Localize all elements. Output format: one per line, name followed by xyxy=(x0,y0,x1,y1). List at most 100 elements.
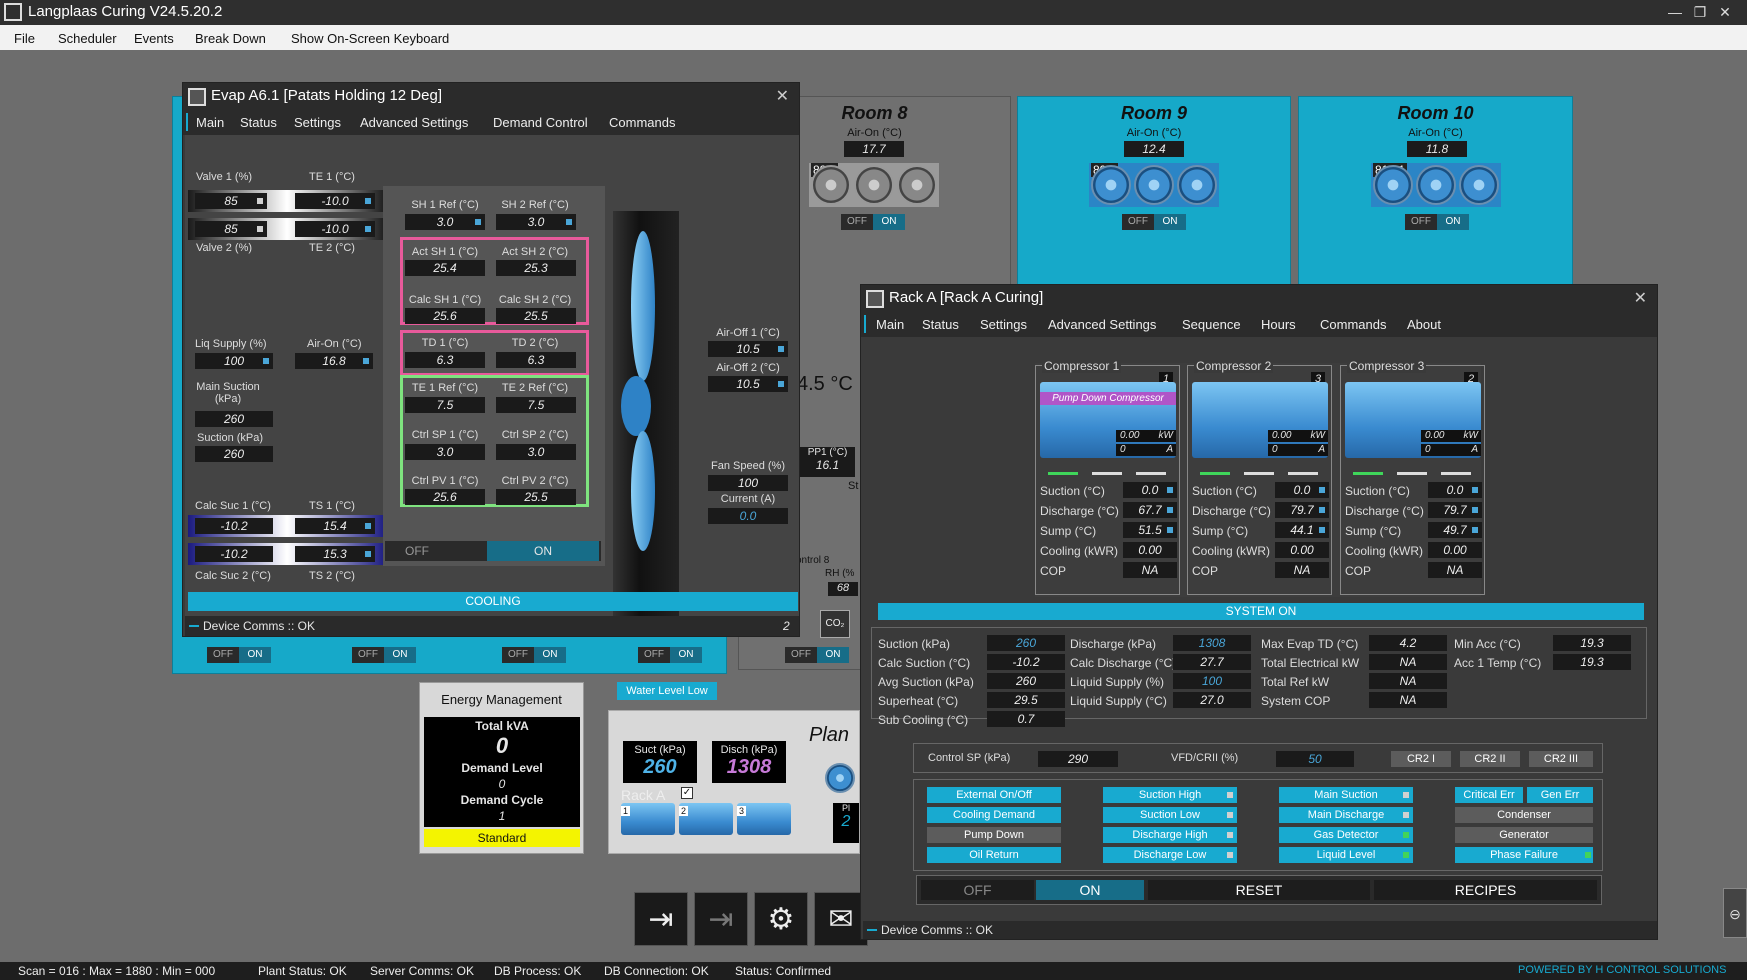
reset-button[interactable]: RESET xyxy=(1148,880,1370,900)
tab-commands[interactable]: Commands xyxy=(609,115,675,130)
cr2-i-button[interactable]: CR2 I xyxy=(1391,751,1451,767)
tab-settings[interactable]: Settings xyxy=(980,317,1027,332)
alarm-indicator[interactable]: Main Suction xyxy=(1279,787,1413,803)
tab-demand-control[interactable]: Demand Control xyxy=(493,115,588,130)
on-button[interactable]: ON xyxy=(1154,214,1186,230)
room-9-onoff[interactable]: OFF ON xyxy=(1122,214,1186,230)
on-button[interactable]: ON xyxy=(670,647,702,663)
device-comms: Device Comms :: OK xyxy=(203,619,316,633)
on-button[interactable]: ON xyxy=(1036,880,1144,900)
device-comms: Device Comms :: OK xyxy=(881,923,994,937)
on-button[interactable]: ON xyxy=(239,647,271,663)
status-dot xyxy=(1319,527,1325,533)
alarm-indicator[interactable]: Gen Err xyxy=(1527,787,1593,803)
control-sp-value[interactable]: 290 xyxy=(1038,751,1118,767)
tab-commands[interactable]: Commands xyxy=(1320,317,1386,332)
calcsh2-value: 25.5 xyxy=(496,308,576,324)
alarm-indicator[interactable]: Phase Failure xyxy=(1455,847,1593,863)
maximize-icon[interactable]: ❐ xyxy=(1690,2,1710,22)
off-button[interactable]: OFF xyxy=(1122,214,1154,230)
tab-about[interactable]: About xyxy=(1407,317,1441,332)
fan-icon xyxy=(1416,165,1456,205)
alarm-indicator[interactable]: Discharge Low xyxy=(1103,847,1237,863)
close-icon[interactable]: ✕ xyxy=(776,86,789,106)
user-settings-icon[interactable]: ⚙ xyxy=(754,892,808,946)
plant-onoff[interactable]: OFF ON xyxy=(785,647,849,663)
off-button[interactable]: OFF xyxy=(841,214,873,230)
on-button[interactable]: ON xyxy=(1437,214,1469,230)
logout-icon[interactable]: ⇥ xyxy=(694,892,748,946)
off-button[interactable]: OFF xyxy=(638,647,670,663)
plant-onoff[interactable]: OFF ON xyxy=(352,647,416,663)
recipes-button[interactable]: RECIPES xyxy=(1374,880,1597,900)
tab-status[interactable]: Status xyxy=(922,317,959,332)
amp-value: 0 xyxy=(1120,444,1126,455)
alarm-indicator[interactable]: Gas Detector xyxy=(1279,827,1413,843)
cr2-ii-button[interactable]: CR2 II xyxy=(1460,751,1520,767)
off-button[interactable]: OFF xyxy=(207,647,239,663)
tab-settings[interactable]: Settings xyxy=(294,115,341,130)
plant-onoff[interactable]: OFF ON xyxy=(502,647,566,663)
room-10-panel: Room 10 Air-On (°C) 11.8 810.1 OFF ON xyxy=(1298,96,1573,286)
tab-main[interactable]: Main xyxy=(876,317,904,332)
off-button[interactable]: OFF xyxy=(785,647,817,663)
on-button[interactable]: ON xyxy=(487,541,599,561)
tab-advanced-settings[interactable]: Advanced Settings xyxy=(360,115,468,130)
menu-onscreen-keyboard[interactable]: Show On-Screen Keyboard xyxy=(291,31,449,46)
title-bar: Langplaas Curing V24.5.20.2 — ❐ ✕ xyxy=(0,0,1747,25)
ctrlpv1-value: 25.6 xyxy=(405,489,485,505)
off-button[interactable]: OFF xyxy=(1405,214,1437,230)
room-8-onoff[interactable]: OFF ON xyxy=(841,214,905,230)
room-10-onoff[interactable]: OFF ON xyxy=(1405,214,1469,230)
compressor-banner: Pump Down Compressor xyxy=(1040,392,1176,405)
alarm-indicator[interactable]: Liquid Level xyxy=(1279,847,1413,863)
alarm-indicator[interactable]: Generator xyxy=(1455,827,1593,843)
system-status-banner: SYSTEM ON xyxy=(878,603,1644,620)
actsh1-value: 25.4 xyxy=(405,260,485,276)
minimize-icon[interactable]: — xyxy=(1665,2,1685,22)
on-button[interactable]: ON xyxy=(384,647,416,663)
alarm-indicator[interactable]: Main Discharge xyxy=(1279,807,1413,823)
tab-sequence[interactable]: Sequence xyxy=(1182,317,1241,332)
alarm-indicator[interactable]: Suction Low xyxy=(1103,807,1237,823)
alarm-indicator[interactable]: Critical Err xyxy=(1455,787,1523,803)
menu-events[interactable]: Events xyxy=(134,31,174,46)
rack-enable-checkbox[interactable]: ✓ xyxy=(681,787,693,799)
menu-break-down[interactable]: Break Down xyxy=(195,31,266,46)
cr2-iii-button[interactable]: CR2 III xyxy=(1529,751,1593,767)
on-button[interactable]: ON xyxy=(817,647,849,663)
air-on-value: 11.8 xyxy=(1407,141,1467,157)
tab-hours[interactable]: Hours xyxy=(1261,317,1296,332)
tab-main[interactable]: Main xyxy=(196,115,224,130)
alarm-indicator[interactable]: Discharge High xyxy=(1103,827,1237,843)
alarm-indicator[interactable]: Condenser xyxy=(1455,807,1593,823)
off-button[interactable]: OFF xyxy=(502,647,534,663)
off-button[interactable]: OFF xyxy=(352,647,384,663)
alarm-indicator[interactable]: Oil Return xyxy=(927,847,1061,863)
tab-advanced-settings[interactable]: Advanced Settings xyxy=(1048,317,1156,332)
alarm-indicator[interactable]: Suction High xyxy=(1103,787,1237,803)
status-dot xyxy=(1472,507,1478,513)
menu-file[interactable]: File xyxy=(14,31,35,46)
alarm-indicator[interactable]: Cooling Demand xyxy=(927,807,1061,823)
close-icon[interactable]: ✕ xyxy=(1634,288,1647,308)
on-button[interactable]: ON xyxy=(873,214,905,230)
alarm-indicator[interactable]: Pump Down xyxy=(927,827,1061,843)
fan-icon xyxy=(1091,165,1131,205)
condenser-fan-icon xyxy=(825,763,855,793)
off-button[interactable]: OFF xyxy=(921,880,1034,900)
alarm-indicator[interactable]: External On/Off xyxy=(927,787,1061,803)
off-button[interactable]: OFF xyxy=(405,544,429,558)
fan-speed-label: Fan Speed (%) xyxy=(711,460,785,472)
tab-status[interactable]: Status xyxy=(240,115,277,130)
close-icon[interactable]: ✕ xyxy=(1715,2,1735,22)
plant-onoff[interactable]: OFF ON xyxy=(207,647,271,663)
evap-onoff[interactable]: OFF ON xyxy=(385,541,601,561)
plant-onoff[interactable]: OFF ON xyxy=(638,647,702,663)
menu-scheduler[interactable]: Scheduler xyxy=(58,31,117,46)
login-icon[interactable]: ⇥ xyxy=(634,892,688,946)
on-button[interactable]: ON xyxy=(534,647,566,663)
side-panel-toggle-icon[interactable]: ⊖ xyxy=(1723,888,1747,938)
compressor-panel: Compressor 3 2 0.00 kW 0A Suction (°C) 0.0… xyxy=(1340,359,1485,595)
rack-summary-panel: Suct (kPa) 260 Disch (kPa) 1308 Rack A ✓… xyxy=(608,710,860,854)
